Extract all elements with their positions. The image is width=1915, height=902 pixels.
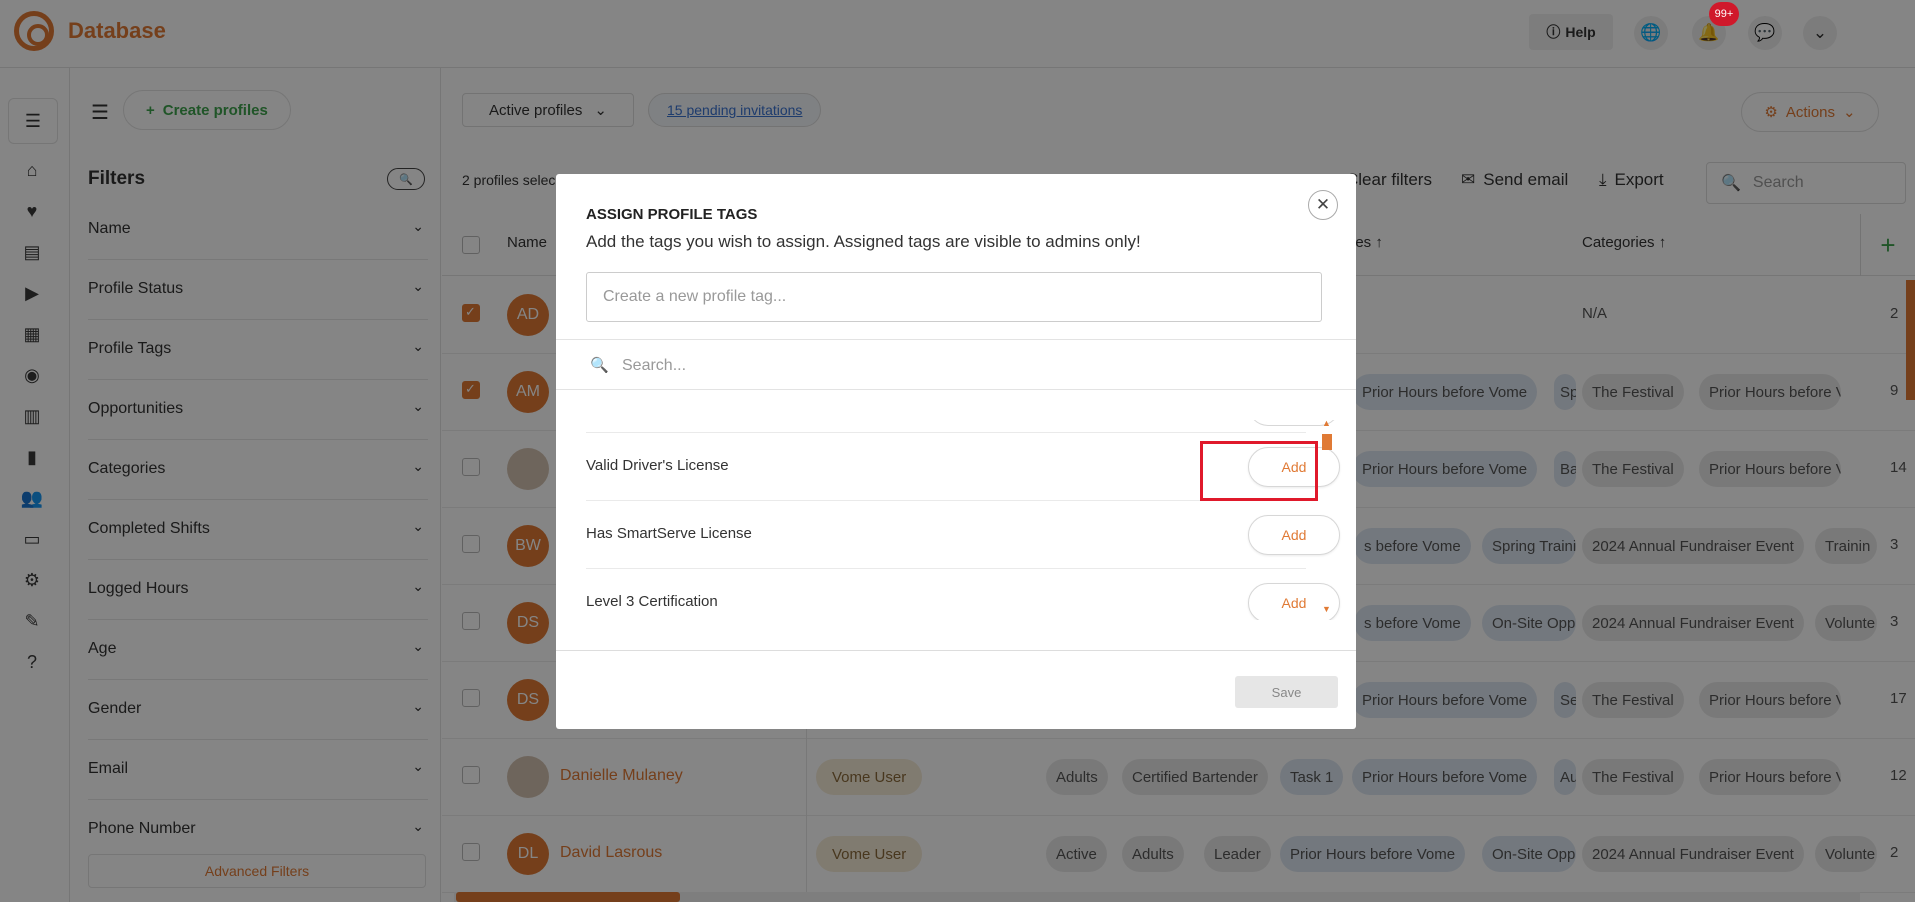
divider (556, 389, 1356, 390)
scroll-down-icon[interactable]: ▼ (1322, 604, 1331, 614)
modal-subtitle: Add the tags you wish to assign. Assigne… (586, 232, 1141, 251)
tag-name: Valid Driver's License (586, 457, 729, 474)
tag-name: Level 3 Certification (586, 593, 718, 610)
save-button[interactable]: Save (1235, 676, 1338, 708)
modal-title: ASSIGN PROFILE TAGS (586, 206, 758, 223)
list-scrollbar[interactable]: ▲ ▼ (1322, 418, 1334, 614)
tag-name: Has SmartServe License (586, 525, 752, 542)
scrollbar-thumb[interactable] (1322, 434, 1332, 450)
tag-search-input[interactable] (622, 348, 1122, 384)
notification-badge: 99+ (1709, 2, 1739, 26)
list-item: Has SmartServe License Add (586, 500, 1340, 568)
assign-tags-modal: ASSIGN PROFILE TAGS Add the tags you wis… (556, 174, 1356, 729)
list-item: Valid Driver's License Add (586, 432, 1340, 500)
scroll-up-icon[interactable]: ▲ (1322, 418, 1331, 428)
new-tag-input[interactable] (586, 272, 1322, 322)
close-icon[interactable]: ✕ (1308, 190, 1338, 220)
divider (556, 339, 1356, 340)
divider (556, 650, 1356, 651)
highlight-box (1200, 441, 1318, 501)
list-item: Level 3 Certification Add (586, 568, 1340, 620)
search-icon: 🔍 (590, 357, 609, 374)
